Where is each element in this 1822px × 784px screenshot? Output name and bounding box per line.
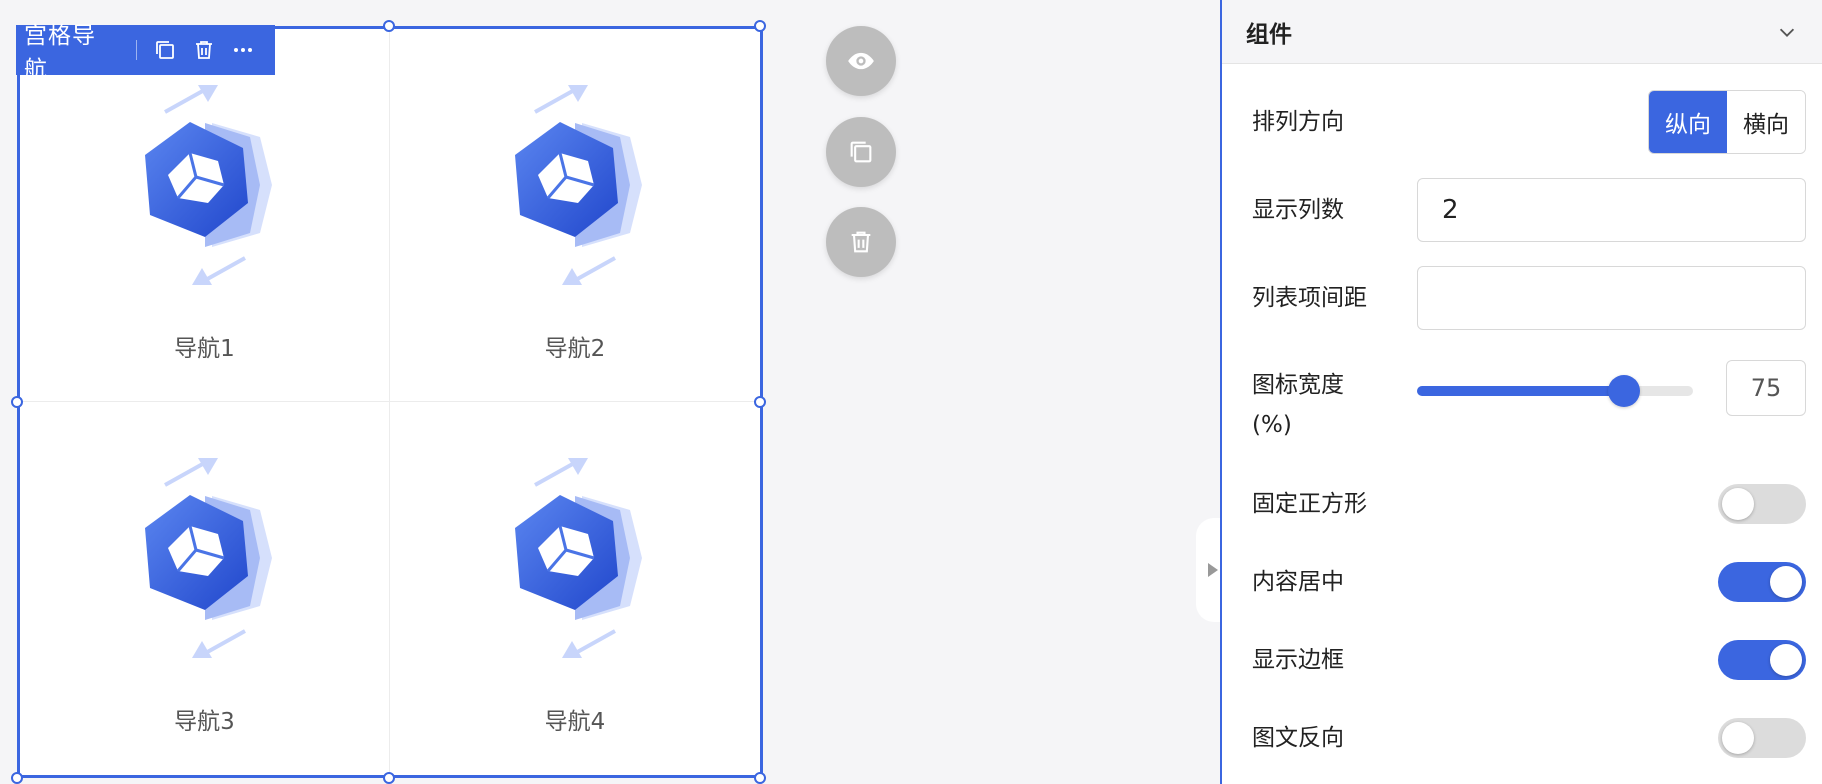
copy-icon (850, 141, 872, 163)
spacing-label: 列表项间距 (1252, 285, 1367, 311)
grid-item-label: 导航2 (544, 336, 606, 362)
grid-item-label: 导航1 (174, 336, 235, 362)
caret-right-icon (1208, 563, 1218, 577)
trash-icon (851, 231, 871, 253)
slider-fill (1417, 386, 1624, 396)
columns-row: 显示列数 2 (1252, 178, 1806, 242)
toggle-knob (1722, 722, 1754, 754)
grid-nav-component[interactable]: 导航1 导航2 导航3 导航4 (17, 26, 763, 778)
icon-width-label-line2: (%) (1252, 412, 1292, 438)
arrange-vertical-option[interactable]: 纵向 (1649, 91, 1727, 153)
square-label: 固定正方形 (1252, 491, 1367, 517)
reverse-label: 图文反向 (1252, 725, 1344, 751)
icon-width-input[interactable]: 75 (1726, 360, 1806, 416)
settings-panel: 组件 排列方向 纵向 横向 显示列数 2 列表项间距 图标宽度 (%) 75 固… (1220, 0, 1822, 784)
toggle-knob (1722, 488, 1754, 520)
cube-icon (500, 458, 650, 658)
resize-handle[interactable] (754, 396, 766, 408)
arrange-label: 排列方向 (1252, 109, 1344, 135)
slider-thumb[interactable] (1608, 375, 1640, 407)
border-toggle[interactable] (1718, 640, 1806, 680)
arrange-horizontal-option[interactable]: 横向 (1727, 91, 1805, 153)
grid-item[interactable]: 导航4 (390, 402, 760, 775)
center-row: 内容居中 (1252, 560, 1806, 604)
grid-item-label: 导航4 (544, 709, 606, 735)
resize-handle[interactable] (383, 772, 395, 784)
reverse-row: 图文反向 (1252, 716, 1806, 760)
resize-handle[interactable] (11, 396, 23, 408)
resize-handle[interactable] (383, 20, 395, 32)
more-icon[interactable] (228, 35, 257, 65)
center-label: 内容居中 (1252, 569, 1344, 595)
grid-item[interactable]: 导航3 (20, 402, 390, 775)
columns-input[interactable]: 2 (1417, 178, 1806, 242)
icon-width-label: 图标宽度 (%) (1252, 365, 1417, 445)
component-title: 宫格导航 (24, 23, 96, 83)
cube-icon (130, 458, 280, 658)
arrange-row: 排列方向 纵向 横向 (1252, 90, 1806, 154)
border-label: 显示边框 (1252, 647, 1344, 673)
square-row: 固定正方形 (1252, 482, 1806, 526)
eye-icon (848, 52, 874, 70)
resize-handle[interactable] (754, 20, 766, 32)
icon-width-slider[interactable] (1417, 375, 1693, 407)
preview-button[interactable] (826, 26, 896, 96)
icon-width-row: 图标宽度 (%) 75 (1252, 360, 1806, 445)
component-toolbar: 宫格导航 (16, 23, 275, 83)
square-toggle[interactable] (1718, 484, 1806, 524)
center-toggle[interactable] (1718, 562, 1806, 602)
reverse-toggle[interactable] (1718, 718, 1806, 758)
panel-header[interactable]: 组件 (1222, 0, 1822, 64)
chevron-down-icon[interactable] (1776, 21, 1798, 43)
arrange-segmented: 纵向 横向 (1648, 90, 1806, 154)
grid-item[interactable]: 导航1 (20, 29, 390, 402)
delete-button[interactable] (826, 207, 896, 277)
grid-item[interactable]: 导航2 (390, 29, 760, 402)
grid-item-label: 导航3 (174, 709, 235, 735)
cube-icon (500, 85, 650, 285)
resize-handle[interactable] (754, 772, 766, 784)
toolbar-divider (135, 40, 137, 60)
toggle-knob (1770, 644, 1802, 676)
columns-label: 显示列数 (1252, 197, 1344, 223)
duplicate-button[interactable] (826, 117, 896, 187)
resize-handle[interactable] (11, 772, 23, 784)
cube-icon (130, 85, 280, 285)
toggle-knob (1770, 566, 1802, 598)
copy-icon[interactable] (151, 35, 180, 65)
spacing-input[interactable] (1417, 266, 1806, 330)
border-row: 显示边框 (1252, 638, 1806, 682)
grid-nav: 导航1 导航2 导航3 导航4 (20, 29, 760, 775)
trash-icon[interactable] (190, 35, 219, 65)
panel-title: 组件 (1246, 21, 1292, 48)
icon-width-label-line1: 图标宽度 (1252, 372, 1344, 398)
spacing-row: 列表项间距 (1252, 266, 1806, 330)
